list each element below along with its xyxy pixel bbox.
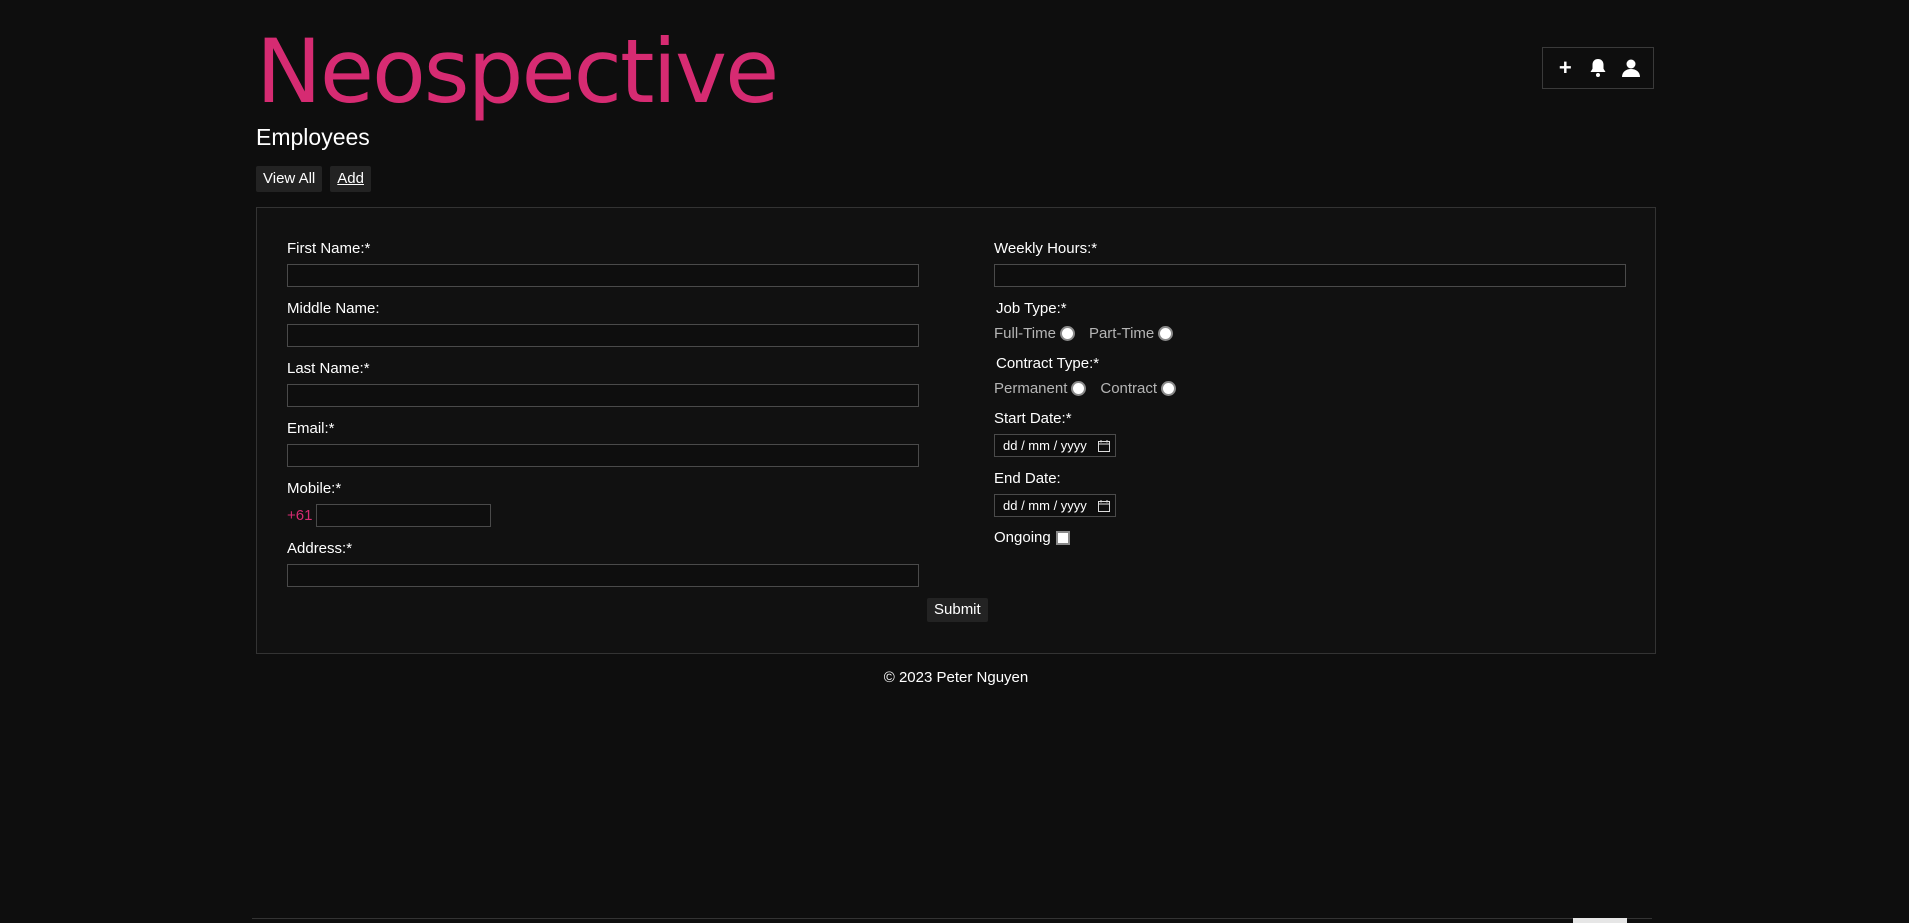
part-time-label: Part-Time — [1088, 324, 1155, 342]
address-field: Address:* — [287, 539, 919, 587]
calendar-icon[interactable] — [1098, 499, 1110, 512]
middle-name-input[interactable] — [287, 324, 919, 347]
job-type-options: Full-Time Part-Time — [994, 324, 1626, 342]
page: Neospective + Employees View All Add Fir… — [0, 0, 1909, 923]
address-label: Address:* — [287, 540, 353, 557]
user-icon — [1621, 59, 1640, 77]
add-button[interactable]: + — [1552, 55, 1578, 81]
plus-icon: + — [1558, 55, 1572, 80]
contract-type-label: Contract Type:* — [996, 355, 1100, 372]
bottom-divider — [252, 918, 1652, 919]
weekly-hours-label: Weekly Hours:* — [994, 240, 1098, 257]
ongoing-checkbox[interactable] — [1055, 530, 1070, 545]
job-type-part-time[interactable]: Part-Time — [1088, 324, 1174, 342]
mobile-country-prefix: +61 — [287, 507, 313, 524]
full-time-label: Full-Time — [994, 324, 1056, 342]
start-date-placeholder: dd / mm / yyyy — [1003, 438, 1087, 453]
add-employee-tab[interactable]: Add — [330, 166, 371, 192]
last-name-label: Last Name:* — [287, 360, 370, 377]
contract-type-contract[interactable]: Contract — [1100, 379, 1177, 397]
ongoing-label: Ongoing — [994, 529, 1051, 546]
brand-logo[interactable]: Neospective — [256, 22, 779, 122]
submit-button[interactable]: Submit — [927, 598, 988, 622]
end-date-input[interactable]: dd / mm / yyyy — [994, 494, 1116, 517]
bell-icon — [1590, 59, 1606, 77]
top-action-bar: + — [1542, 47, 1654, 89]
full-time-radio[interactable] — [1059, 325, 1075, 341]
first-name-input[interactable] — [287, 264, 919, 287]
contract-type-permanent[interactable]: Permanent — [994, 379, 1087, 397]
profile-button[interactable] — [1618, 55, 1644, 81]
employee-form: First Name:* Middle Name: Last Name:* Em… — [256, 207, 1656, 654]
email-label: Email:* — [287, 420, 335, 437]
email-field: Email:* — [287, 419, 919, 467]
footer-copyright: © 2023 Peter Nguyen — [883, 669, 1029, 686]
first-name-label: First Name:* — [287, 240, 371, 257]
start-date-input[interactable]: dd / mm / yyyy — [994, 434, 1116, 457]
middle-name-label: Middle Name: — [287, 300, 380, 317]
end-date-label: End Date: — [994, 470, 1061, 487]
mobile-field: Mobile:* +61 — [287, 479, 919, 527]
end-date-field: End Date: dd / mm / yyyy — [994, 469, 1626, 517]
bottom-scroll-element — [1573, 918, 1627, 923]
job-type-full-time[interactable]: Full-Time — [994, 325, 1075, 342]
notifications-button[interactable] — [1585, 55, 1611, 81]
email-input[interactable] — [287, 444, 919, 467]
page-title: Employees — [256, 124, 370, 150]
end-date-placeholder: dd / mm / yyyy — [1003, 498, 1087, 513]
contract-radio[interactable] — [1161, 380, 1177, 396]
weekly-hours-field: Weekly Hours:* — [994, 239, 1626, 287]
job-type-label: Job Type:* — [996, 300, 1067, 317]
address-input[interactable] — [287, 564, 919, 587]
contract-label: Contract — [1100, 379, 1158, 397]
calendar-icon[interactable] — [1098, 439, 1110, 452]
mobile-input[interactable] — [316, 504, 492, 527]
contract-type-options: Permanent Contract — [994, 379, 1626, 397]
start-date-field: Start Date:* dd / mm / yyyy — [994, 409, 1626, 457]
ongoing-row: Ongoing — [994, 529, 1626, 546]
view-all-button[interactable]: View All — [256, 166, 323, 192]
subnav: View All Add — [256, 166, 371, 192]
form-right-column: Weekly Hours:* Job Type:* Full-Time Part… — [994, 239, 1626, 546]
form-left-column: First Name:* Middle Name: Last Name:* Em… — [287, 239, 919, 599]
mobile-row: +61 — [287, 504, 919, 527]
permanent-radio[interactable] — [1071, 380, 1087, 396]
first-name-field: First Name:* — [287, 239, 919, 287]
last-name-field: Last Name:* — [287, 359, 919, 407]
mobile-label: Mobile:* — [287, 480, 342, 497]
middle-name-field: Middle Name: — [287, 299, 919, 347]
permanent-label: Permanent — [994, 379, 1068, 397]
weekly-hours-input[interactable] — [994, 264, 1626, 287]
start-date-label: Start Date:* — [994, 410, 1072, 427]
part-time-radio[interactable] — [1158, 325, 1174, 341]
last-name-input[interactable] — [287, 384, 919, 407]
